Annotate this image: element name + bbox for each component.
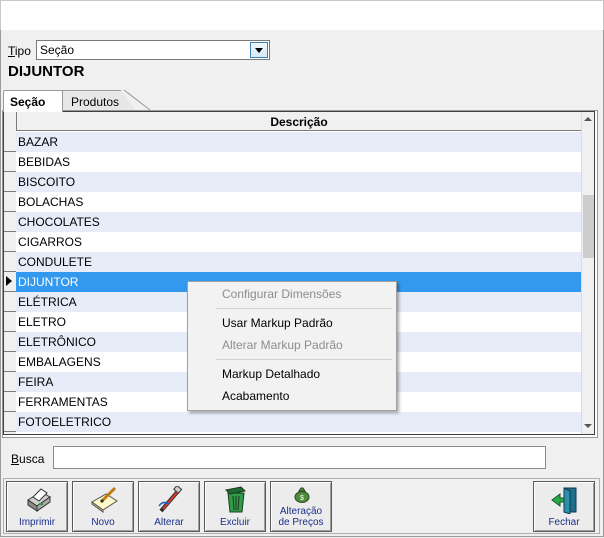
tab-secao[interactable]: Seção (3, 90, 63, 112)
column-header-label: Descrição (270, 115, 328, 129)
printer-icon (27, 488, 51, 512)
menu-item-label: Alterar Markup Padrão (222, 338, 343, 352)
row-descricao-cell: CIGARROS (18, 235, 83, 249)
menu-item-markup-detalhado[interactable]: Markup Detalhado (189, 364, 395, 384)
table-row[interactable]: BISCOITO (16, 172, 581, 192)
row-descricao-cell: ELETRÔNICO (18, 335, 97, 349)
excluir-button[interactable]: Excluir (204, 481, 266, 532)
row-indicator-divider (4, 251, 16, 252)
menu-item-alterar-markup-padrao[interactable]: Alterar Markup Padrão (189, 335, 395, 355)
excluir-label: Excluir (219, 517, 250, 528)
window-top-bar (0, 0, 604, 31)
row-descricao-cell: FEIRA (18, 375, 54, 389)
row-descricao-cell: BEBIDAS (18, 155, 71, 169)
menu-item-label: Usar Markup Padrão (222, 316, 333, 330)
imprimir-label: Imprimir (18, 517, 56, 528)
alterar-button[interactable]: Alterar (138, 481, 200, 532)
row-indicator-divider (4, 331, 16, 332)
novo-label: Novo (91, 517, 115, 528)
row-indicator-divider (4, 311, 16, 312)
edit-pencil-icon (158, 486, 183, 513)
row-indicator-column (4, 112, 16, 434)
selected-section-heading: DIJUNTOR (8, 63, 85, 80)
alteracao-de-precos-button[interactable]: $ Alteração de Preços (270, 481, 332, 532)
table-row[interactable]: CONDULETE (16, 252, 581, 272)
menu-separator (216, 359, 392, 360)
menu-item-label: Acabamento (222, 389, 290, 403)
row-descricao-cell: CHOCOLATES (18, 215, 100, 229)
row-indicator-divider (4, 231, 16, 232)
scroll-thumb[interactable] (583, 195, 594, 258)
menu-item-configurar-dimensoes[interactable]: Configurar Dimensões (189, 284, 395, 304)
search-label: Busca (11, 452, 45, 466)
row-descricao-cell: FERRAMENTAS (18, 395, 108, 409)
trash-bin-icon (224, 486, 247, 513)
row-descricao-cell: BISCOITO (18, 175, 76, 189)
row-descricao-cell: FOTOELETRICO (18, 415, 112, 429)
row-indicator-divider (4, 351, 16, 352)
tipo-label: Tipo (8, 44, 31, 58)
imprimir-button[interactable]: Imprimir (6, 481, 68, 532)
tab-produtos-edge (123, 89, 151, 111)
novo-button[interactable]: Novo (72, 481, 134, 532)
row-indicator-divider (4, 211, 16, 212)
row-indicator-divider (4, 171, 16, 172)
vertical-scrollbar[interactable] (581, 112, 594, 434)
row-descricao-cell: CONDULETE (18, 255, 93, 269)
table-row[interactable]: BAZAR (16, 132, 581, 152)
exit-door-icon (551, 487, 577, 514)
menu-item-label: Markup Detalhado (222, 367, 321, 381)
alterar-label: Alterar (154, 517, 184, 528)
row-indicator-divider (4, 391, 16, 392)
row-indicator-divider (4, 411, 16, 412)
table-row[interactable]: CIGARROS (16, 232, 581, 252)
column-header-descricao[interactable]: Descrição (16, 112, 581, 131)
row-indicator-divider (4, 271, 16, 272)
table-row[interactable]: BOLACHAS (16, 192, 581, 212)
table-row[interactable]: CHOCOLATES (16, 212, 581, 232)
alteracao-de-precos-label: Alteração de Preços (278, 506, 324, 528)
svg-text:$: $ (300, 495, 304, 502)
menu-separator (216, 308, 392, 309)
scroll-down-arrow-icon[interactable] (582, 418, 594, 434)
table-row[interactable]: FOTOELETRICO (16, 412, 581, 432)
table-row[interactable]: BEBIDAS (16, 152, 581, 172)
menu-item-label: Configurar Dimensões (222, 287, 342, 301)
fechar-label: Fechar (548, 517, 580, 528)
tab-secao-label: Seção (10, 95, 46, 109)
tipo-select[interactable]: Seção (36, 40, 270, 60)
row-descricao-cell: ELÉTRICA (18, 295, 77, 309)
current-row-arrow-icon (6, 276, 12, 286)
money-bag-icon: $ (294, 487, 310, 503)
menu-item-usar-markup-padrao[interactable]: Usar Markup Padrão (189, 313, 395, 333)
row-indicator-divider (4, 191, 16, 192)
row-descricao-cell: BOLACHAS (18, 195, 84, 209)
row-descricao-cell: BAZAR (18, 135, 59, 149)
row-indicator-divider (4, 371, 16, 372)
row-indicator-divider (4, 151, 16, 152)
row-descricao-cell: EMBALAGENS (18, 355, 101, 369)
row-descricao-cell: ELETRO (18, 315, 67, 329)
context-menu: Configurar Dimensões Usar Markup Padrão … (187, 281, 397, 411)
new-document-pencil-icon (91, 486, 118, 513)
tab-produtos-label: Produtos (71, 95, 120, 109)
menu-item-acabamento[interactable]: Acabamento (189, 386, 395, 406)
scroll-up-arrow-icon[interactable] (582, 112, 594, 128)
fechar-button[interactable]: Fechar (533, 481, 595, 532)
tipo-select-value: Seção (40, 43, 75, 57)
chevron-down-icon[interactable] (250, 42, 268, 58)
row-descricao-cell: DIJUNTOR (18, 275, 79, 289)
row-indicator-divider (4, 291, 16, 292)
search-input[interactable] (53, 446, 546, 469)
row-indicator-divider (4, 431, 16, 432)
